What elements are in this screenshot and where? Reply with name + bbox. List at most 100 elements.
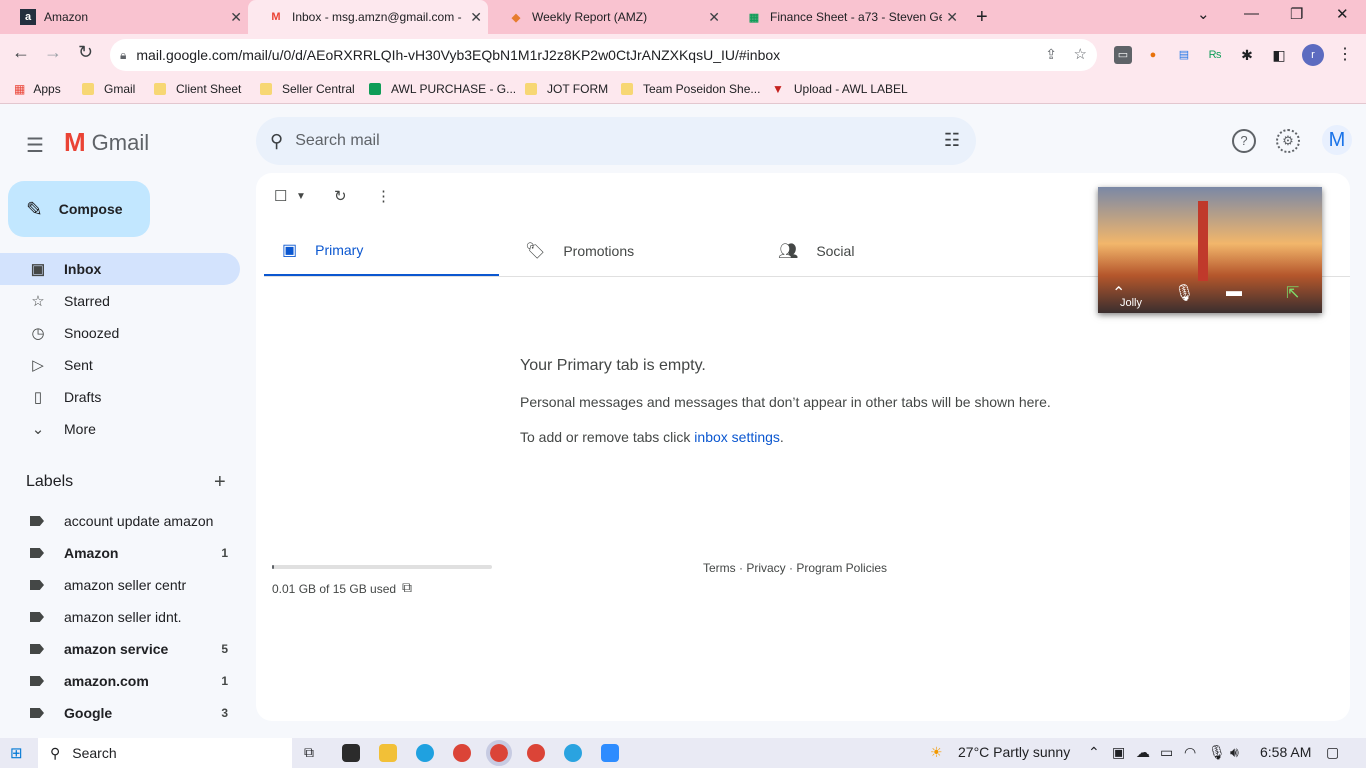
more-options-icon[interactable]: ⋮ [376,187,391,205]
label-google[interactable]: Google 3 [0,697,240,729]
close-tab-icon[interactable]: ✕ [230,9,242,26]
refresh-icon[interactable]: ↻ [334,187,347,205]
search-icon[interactable]: ⚲ [270,131,283,152]
bookmark-star-icon[interactable]: ☆ [1074,45,1087,63]
browser-tab-finance-sheet[interactable]: ▦ Finance Sheet - a73 - Steven Ge ✕ [726,0,964,34]
browser-tab-weekly-report[interactable]: ◆ Weekly Report (AMZ) ✕ [488,0,726,34]
extension-off-icon[interactable]: ▭ [1114,46,1132,64]
address-bar[interactable]: 🔒︎ mail.google.com/mail/u/0/d/AEoRXRRLQI… [110,39,1097,71]
settings-gear-icon[interactable]: ⚙ [1276,129,1300,153]
file-explorer-icon[interactable] [379,744,397,762]
bookmark-client-sheet[interactable]: Client Sheet [154,82,241,96]
wifi-icon[interactable]: ◠ [1184,744,1196,761]
label-account-update-amazon[interactable]: account update amazon [0,505,240,537]
notifications-icon[interactable]: ▢ [1326,744,1339,761]
add-label-icon[interactable]: + [214,471,226,494]
footer-links[interactable]: Terms · Privacy · Program Policies [703,561,887,575]
gmail-logo[interactable]: M Gmail [64,127,149,158]
weather-icon: ☀ [930,744,943,760]
open-call-icon[interactable]: ⇱ [1286,283,1299,303]
onedrive-icon[interactable]: ☁ [1136,744,1150,761]
search-options-icon[interactable]: ☷ [944,130,960,151]
inbox-settings-link[interactable]: inbox settings [694,429,780,445]
browser-tab-amazon[interactable]: a Amazon ✕ [0,0,248,34]
nav-snoozed[interactable]: ◷ Snoozed [0,317,240,349]
task-view-icon[interactable]: ⧉ [304,744,314,761]
tab-social[interactable]: 👥︎ Social [770,225,1005,277]
mic-off-icon[interactable]: 🎙︎ [1174,283,1194,303]
share-icon[interactable]: ⇪ [1045,46,1057,63]
bookmark-awl-purchase[interactable]: AWL PURCHASE - G... [369,82,516,96]
zoom-icon[interactable] [601,744,619,762]
main-menu-icon[interactable]: ☰ [26,133,44,158]
windows-start-icon[interactable]: ⊞ [10,744,23,762]
taskbar-search-box[interactable]: ⚲ Search [38,738,292,768]
chrome-icon[interactable] [453,744,471,762]
bookmark-jot-form[interactable]: JOT FORM [525,82,608,96]
close-tab-icon[interactable]: ✕ [708,9,720,26]
label-amazon-com[interactable]: amazon.com 1 [0,665,240,697]
label-amazon-service[interactable]: amazon service 5 [0,633,240,665]
extension-fba-icon[interactable]: ▤ [1175,46,1193,64]
close-window-icon[interactable]: ✕ [1336,5,1349,23]
empty-state-title: Your Primary tab is empty. [520,357,706,374]
store-icon[interactable] [342,744,360,762]
tab-primary[interactable]: ▣ Primary [264,225,499,277]
nav-inbox[interactable]: ▣ Inbox [0,253,240,285]
clock-time[interactable]: 6:58 AM [1260,744,1311,760]
profile-avatar-icon[interactable]: r [1302,44,1324,66]
chrome-active-icon[interactable] [486,740,512,766]
bookmark-gmail[interactable]: Gmail [82,82,135,96]
reload-icon[interactable]: ↻ [78,42,93,63]
telegram-icon[interactable] [564,744,582,762]
weather-text[interactable]: 27°C Partly sunny [958,744,1070,760]
forward-icon[interactable]: → [44,42,62,63]
account-avatar[interactable]: M [1322,125,1352,155]
restore-icon[interactable]: ❐ [1290,5,1303,23]
battery-icon[interactable]: ▭ [1160,744,1173,761]
bookmark-team-poseidon[interactable]: Team Poseidon She... [621,82,760,96]
close-tab-icon[interactable]: ✕ [946,9,958,26]
browser-menu-icon[interactable]: ⋮ [1336,46,1354,64]
extension-rs-icon[interactable]: ₨ [1206,46,1224,64]
bookmark-upload-awl-label[interactable]: ▼ Upload - AWL LABEL [772,82,908,96]
nav-more[interactable]: ⌄ More [0,413,240,445]
select-dropdown-icon[interactable]: ▼ [296,191,306,202]
browser-tab-gmail[interactable]: M Inbox - msg.amzn@gmail.com - ✕ [248,0,488,34]
search-bar[interactable]: ⚲ Search mail ☷ [256,117,976,165]
chrome-profile-icon[interactable] [527,744,545,762]
bookmark-apps[interactable]: ▦ Apps [14,82,61,96]
side-panel-icon[interactable]: ◧ [1270,46,1288,64]
minimize-icon[interactable]: — [1244,5,1259,22]
extensions-puzzle-icon[interactable]: ✱ [1238,46,1256,64]
clock-icon: ◷ [31,325,45,342]
tab-promotions[interactable]: 🏷︎ Promotions [517,225,752,277]
tray-chevron-icon[interactable]: ⌃ [1088,744,1100,761]
extension-circle-icon[interactable]: ● [1144,46,1162,64]
label-name: Amazon [64,545,119,561]
bookmark-seller-central[interactable]: Seller Central [260,82,355,96]
nav-starred[interactable]: ☆ Starred [0,285,240,317]
compose-button[interactable]: ✎ Compose [8,181,150,237]
close-tab-icon[interactable]: ✕ [470,9,482,26]
tray-app-icon[interactable]: ▣ [1112,744,1125,761]
video-camera-icon[interactable]: ▬ [1226,283,1242,301]
volume-icon[interactable]: 🔊︎ [1230,744,1239,761]
nav-drafts[interactable]: ▯ Drafts [0,381,240,413]
label-amazon-seller-centr[interactable]: amazon seller centr [0,569,240,601]
back-icon[interactable]: ← [12,42,30,63]
microphone-icon[interactable]: 🎙︎ [1208,744,1226,761]
search-input[interactable]: Search mail [295,132,379,150]
tag-icon: 🏷︎ [525,243,546,260]
help-icon[interactable]: ? [1232,129,1256,153]
tab-label: Promotions [563,243,635,259]
open-in-new-icon[interactable]: ⧉ [402,579,412,596]
tab-search-icon[interactable]: ⌄ [1197,5,1210,23]
nav-sent[interactable]: ▷ Sent [0,349,240,381]
label-amazon-seller-idnt[interactable]: amazon seller idnt. [0,601,240,633]
select-all-checkbox[interactable]: ☐ [274,187,287,205]
edge-icon[interactable] [416,744,434,762]
pip-video-window[interactable]: ⌃ Jolly 🎙︎ ▬ ⇱ [1098,187,1322,313]
label-amazon[interactable]: Amazon 1 [0,537,240,569]
new-tab-icon[interactable]: + [976,6,988,29]
